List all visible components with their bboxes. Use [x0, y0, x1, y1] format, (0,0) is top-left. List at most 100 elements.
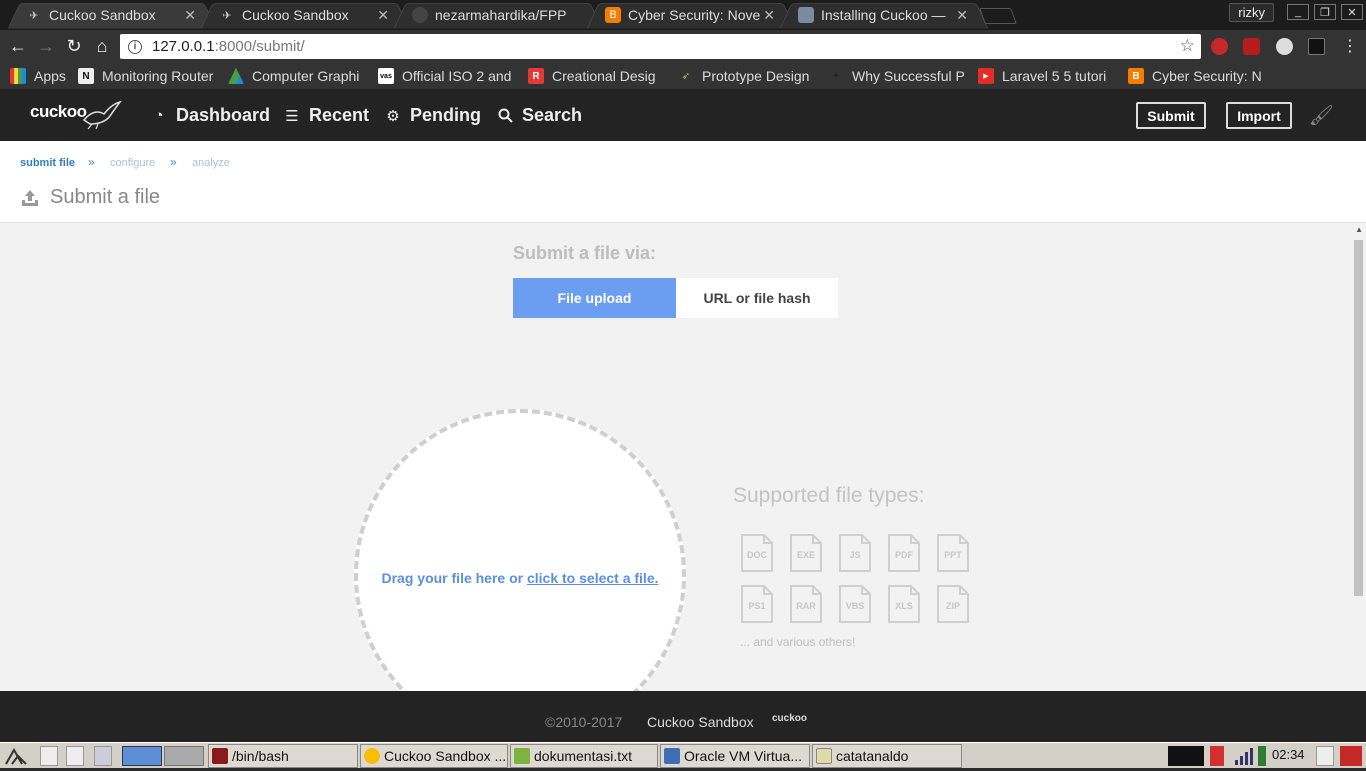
submit-button[interactable]: Submit [1136, 102, 1206, 129]
extension-shield-icon[interactable] [1211, 38, 1228, 55]
network-signal-icon[interactable] [1234, 746, 1254, 766]
cogs-icon: ⚙ [386, 107, 400, 125]
task-catatanaldo[interactable]: catatanaldo [812, 744, 962, 768]
dashboard-gauge-icon: ◔ [154, 107, 164, 124]
forward-icon[interactable]: → [34, 34, 58, 58]
workspace-icon[interactable] [164, 746, 204, 766]
github-icon [412, 7, 428, 23]
virtualbox-icon [664, 748, 680, 764]
bookmark-cyber-security[interactable]: B Cyber Security: N [1128, 68, 1264, 84]
extension-youtube-icon[interactable] [1243, 38, 1260, 55]
extension-circle-icon[interactable] [1276, 38, 1293, 55]
windows-icon[interactable] [94, 746, 112, 766]
r-icon: R [528, 68, 544, 84]
bookmark-apps[interactable]: Apps [10, 68, 66, 84]
folder-icon [816, 748, 832, 764]
task-bash[interactable]: /bin/bash [208, 744, 358, 768]
tab-installing-cuckoo[interactable]: Installing Cuckoo — ✕ [779, 2, 989, 29]
filetype-doc-icon: DOC [740, 533, 774, 573]
scrollbar-thumb[interactable] [1354, 240, 1363, 596]
bookmark-why-successful[interactable]: ✦ Why Successful P [828, 68, 964, 84]
tab-url-or-hash[interactable]: URL or file hash [676, 278, 838, 318]
tab-title: nezarmahardika/FPP [435, 7, 567, 23]
os-taskbar: /bin/bash Cuckoo Sandbox ... dokumentasi… [0, 742, 1366, 768]
breadcrumb-configure: configure [110, 157, 156, 169]
minimize-icon[interactable]: _ [1287, 4, 1309, 20]
tab-file-upload[interactable]: File upload [513, 278, 676, 318]
file-icon[interactable] [40, 746, 58, 766]
scroll-up-icon[interactable]: ▲ [1355, 225, 1363, 234]
footer-logo: cuckoo [772, 713, 808, 724]
tab-title: Installing Cuckoo — [821, 7, 946, 23]
bookmarks-bar: Apps N Monitoring Router Computer Graphi… [0, 63, 1366, 90]
filetype-exe-icon: EXE [789, 533, 823, 573]
cuckoo-logo[interactable]: cuckoo [30, 102, 87, 122]
bookmark-prototype-design[interactable]: ➶ Prototype Design [678, 68, 814, 84]
close-tab-icon[interactable]: ✕ [763, 7, 775, 24]
breadcrumb-submit-file[interactable]: submit file [20, 157, 75, 169]
flag-icon[interactable] [1210, 746, 1224, 766]
nav-recent[interactable]: ☰ Recent [283, 105, 369, 126]
upload-icon [22, 189, 38, 206]
reload-icon[interactable]: ↻ [62, 34, 86, 58]
notes-icon[interactable] [1316, 746, 1334, 766]
apps-grid-icon [10, 68, 26, 84]
close-tab-icon[interactable]: ✕ [184, 7, 196, 24]
start-menu-icon[interactable] [4, 746, 34, 766]
bookmark-creational-design[interactable]: R Creational Desig [528, 68, 664, 84]
extension-grid-icon[interactable] [1308, 38, 1325, 55]
back-icon[interactable]: ← [6, 34, 30, 58]
import-button[interactable]: Import [1226, 102, 1292, 129]
task-virtualbox[interactable]: Oracle VM Virtua... [660, 744, 810, 768]
chrome-icon [364, 748, 380, 764]
nav-pending[interactable]: ⚙ Pending [384, 105, 481, 126]
breadcrumb: submit file » configure » analyze Submit… [0, 141, 1366, 223]
filetype-xls-icon: XLS [887, 584, 921, 624]
chrome-launcher-icon[interactable] [122, 746, 162, 766]
bookmark-monitoring-router[interactable]: N Monitoring Router [78, 68, 216, 84]
cuckoo-navbar: cuckoo ◔ Dashboard ☰ Recent ⚙ Pending Se… [0, 90, 1366, 141]
close-tab-icon[interactable]: ✕ [377, 7, 389, 24]
breadcrumb-analyze: analyze [192, 157, 230, 169]
address-bar[interactable]: i 127.0.0.1:8000/submit/ ☆ [120, 34, 1201, 59]
browser-toolbar: ← → ↻ ⌂ i 127.0.0.1:8000/submit/ ☆ ⋮ [0, 30, 1366, 63]
nav-dashboard[interactable]: ◔ Dashboard [150, 105, 270, 126]
url-text: 127.0.0.1:8000/submit/ [152, 38, 305, 55]
dropzone-text: Drag your file here or click to select a… [381, 570, 659, 586]
tab-blogger[interactable]: B Cyber Security: Nove ✕ [586, 2, 796, 29]
page-scrollbar[interactable]: ▲ ▼ [1352, 223, 1366, 742]
battery-icon [1258, 746, 1266, 766]
info-icon[interactable]: i [128, 39, 142, 54]
tab-cuckoo[interactable]: ✈ Cuckoo Sandbox ✕ [200, 2, 410, 29]
nav-search[interactable]: Search [496, 105, 582, 126]
bookmark-computer-graphics[interactable]: Computer Graphi [228, 68, 364, 84]
close-window-icon[interactable]: ✕ [1341, 4, 1363, 20]
restore-icon[interactable]: ❐ [1314, 4, 1336, 20]
filetype-vbs-icon: VBS [838, 584, 872, 624]
blogger-icon: B [605, 7, 621, 23]
tab-strip: ✈ Cuckoo Sandbox ✕ ✈ Cuckoo Sandbox ✕ ne… [0, 0, 1366, 30]
submit-via-title: Submit a file via: [513, 243, 657, 263]
bookmark-official-iso[interactable]: vas Official ISO 2 and [378, 68, 514, 84]
notion-icon: N [78, 68, 94, 84]
profile-button[interactable]: rizky [1229, 3, 1274, 22]
close-tab-icon[interactable]: ✕ [956, 7, 968, 24]
bookmark-star-icon[interactable]: ☆ [1180, 36, 1195, 56]
task-cuckoo-sandbox[interactable]: Cuckoo Sandbox ... [360, 744, 508, 768]
new-tab-button[interactable] [979, 8, 1017, 24]
theme-brush-icon[interactable]: 🖌 [1309, 103, 1334, 128]
cuckoo-favicon-icon: ✈ [222, 9, 232, 22]
logout-icon[interactable] [1340, 746, 1362, 766]
menu-kebab-icon[interactable]: ⋮ [1338, 34, 1362, 58]
home-icon[interactable]: ⌂ [90, 34, 114, 58]
tab-github[interactable]: nezarmahardika/FPP [393, 2, 603, 29]
tab-cuckoo-active[interactable]: ✈ Cuckoo Sandbox ✕ [7, 2, 217, 29]
bookmark-laravel[interactable]: ▶ Laravel 5 5 tutori [978, 68, 1114, 84]
supported-types-title: Supported file types: [733, 484, 925, 507]
page-viewport: cuckoo ◔ Dashboard ☰ Recent ⚙ Pending Se… [0, 90, 1366, 742]
task-dokumentasi[interactable]: dokumentasi.txt [510, 744, 658, 768]
select-file-link[interactable]: click to select a file. [527, 570, 659, 586]
cuckoo-favicon-icon: ✈ [29, 9, 39, 22]
file-icon[interactable] [66, 746, 84, 766]
breadcrumb-separator: » [88, 155, 95, 169]
